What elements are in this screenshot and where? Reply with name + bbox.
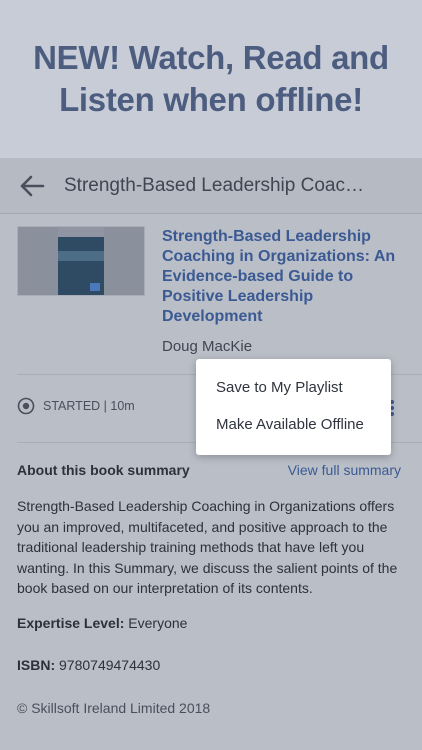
overflow-menu: Save to My Playlist Make Available Offli… [196, 359, 391, 455]
back-button[interactable] [0, 158, 64, 214]
about-heading: About this book summary [17, 462, 190, 478]
cover-shade [18, 227, 58, 295]
progress-status: STARTED | 10m [17, 397, 135, 415]
isbn-label: ISBN: [17, 657, 56, 673]
summary-text: Strength-Based Leadership Coaching in Or… [17, 498, 398, 596]
book-title: Strength-Based Leadership Coaching in Or… [162, 228, 396, 325]
radio-target-icon [17, 397, 35, 415]
isbn-value: 9780749474430 [59, 657, 161, 673]
expertise-label: Expertise Level: [17, 615, 125, 631]
promo-banner: NEW! Watch, Read and Listen when offline… [0, 0, 422, 158]
book-detail: Strength-Based Leadership Coaching in Or… [0, 214, 422, 750]
app-bar: Strength-Based Leadership Coaching in Or… [0, 158, 422, 214]
expertise-value: Everyone [128, 615, 188, 631]
cover-band [58, 251, 104, 261]
arrow-left-icon [20, 175, 45, 196]
book-author: Doug MacKie [162, 338, 253, 355]
promo-headline: NEW! Watch, Read and Listen when offline… [33, 39, 389, 118]
cover-shade [104, 227, 144, 295]
page-title: Strength-Based Leadership Coaching in Or… [64, 174, 364, 196]
book-cover [17, 226, 145, 296]
cover-badge [90, 283, 100, 291]
isbn: ISBN: 9780749474430 [17, 657, 160, 673]
status-text: STARTED | 10m [43, 399, 135, 413]
copyright: © Skillsoft Ireland Limited 2018 [17, 700, 211, 716]
view-full-summary-link[interactable]: View full summary [288, 462, 401, 478]
menu-item-save-to-playlist[interactable]: Save to My Playlist [196, 369, 391, 406]
expertise-level: Expertise Level: Everyone [17, 615, 187, 631]
menu-item-make-available-offline[interactable]: Make Available Offline [196, 406, 391, 443]
